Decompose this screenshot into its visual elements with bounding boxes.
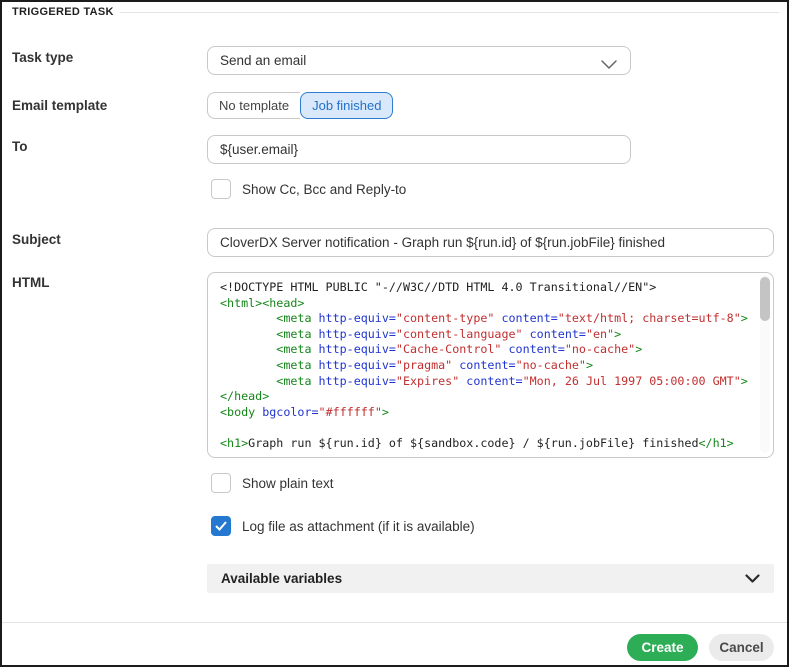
show-plain-text-label: Show plain text (242, 475, 334, 491)
html-code-editor[interactable]: <!DOCTYPE HTML PUBLIC "-//W3C//DTD HTML … (207, 272, 774, 458)
log-attachment-row: Log file as attachment (if it is availab… (211, 516, 475, 536)
subject-label: Subject (12, 232, 61, 247)
show-cc-row: Show Cc, Bcc and Reply-to (211, 179, 406, 199)
show-cc-checkbox[interactable] (211, 179, 231, 199)
code-editor-scrollbar[interactable] (760, 275, 770, 453)
available-variables-header[interactable]: Available variables (207, 564, 774, 593)
email-template-option-no-template[interactable]: No template (207, 92, 301, 119)
panel-title-rule (120, 12, 779, 13)
available-variables-title: Available variables (221, 571, 343, 586)
footer-divider (2, 622, 787, 623)
cancel-button[interactable]: Cancel (709, 634, 774, 661)
scrollbar-thumb[interactable] (760, 277, 770, 321)
html-label: HTML (12, 275, 50, 290)
email-template-option-job-finished[interactable]: Job finished (300, 92, 394, 119)
create-button[interactable]: Create (627, 634, 698, 661)
email-template-label: Email template (12, 98, 108, 113)
log-attachment-label: Log file as attachment (if it is availab… (242, 518, 475, 534)
triggered-task-panel: TRIGGERED TASK Task type Send an email E… (0, 0, 789, 667)
chevron-down-icon (601, 57, 617, 72)
task-type-label: Task type (12, 50, 74, 65)
show-cc-label: Show Cc, Bcc and Reply-to (242, 181, 407, 197)
checkmark-icon (215, 521, 227, 531)
show-plain-text-checkbox[interactable] (211, 473, 231, 493)
task-type-select[interactable]: Send an email (207, 46, 631, 75)
show-plain-text-row: Show plain text (211, 473, 334, 493)
to-label: To (12, 139, 28, 154)
subject-input[interactable] (207, 228, 774, 257)
chevron-down-icon (745, 570, 760, 588)
panel-title: TRIGGERED TASK (12, 6, 114, 18)
log-attachment-checkbox[interactable] (211, 516, 231, 536)
email-template-toggle: No template Job finished (207, 92, 394, 119)
task-type-selected-value: Send an email (220, 53, 307, 68)
to-input[interactable] (207, 135, 631, 164)
